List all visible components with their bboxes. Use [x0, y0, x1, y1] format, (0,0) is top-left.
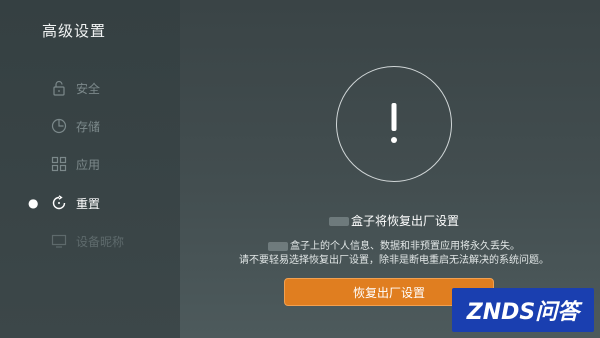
sidebar-item-storage[interactable]: 存储 — [28, 114, 168, 138]
sidebar-item-label: 重置 — [76, 196, 101, 211]
reset-heading: 盒子将恢复出厂设置 — [180, 212, 600, 229]
lock-icon — [50, 79, 68, 97]
selection-dot: ● — [28, 196, 39, 210]
reset-description-line-2: 请不要轻易选择恢复出厂设置，除非是断电重启无法解决的系统问题。 — [239, 255, 549, 266]
znds-watermark-logo: ZNDS问答 — [452, 288, 594, 332]
reset-icon — [50, 194, 68, 212]
sidebar-item-reset[interactable]: ● 重置 — [28, 191, 168, 215]
sidebar-item-label: 安全 — [76, 81, 101, 96]
page-title: 高级设置 — [42, 22, 107, 40]
redacted-brand — [268, 241, 288, 251]
sidebar-item-label: 存储 — [76, 119, 101, 134]
redacted-brand — [328, 217, 349, 226]
pie-chart-icon — [50, 117, 68, 135]
sidebar-item-security[interactable]: 安全 — [28, 76, 168, 100]
apps-grid-icon — [50, 155, 68, 173]
monitor-icon — [50, 232, 68, 250]
warning-icon — [336, 66, 452, 182]
sidebar-item-device-name[interactable]: 设备昵称 — [28, 229, 168, 253]
sidebar: 高级设置 安全 存储 应用 ● 重置 设备昵称 — [0, 0, 180, 338]
sidebar-item-label: 应用 — [76, 157, 101, 172]
sidebar-item-label: 设备昵称 — [76, 234, 125, 249]
reset-description-line-1: 盒子上的个人信息、数据和非预置应用将永久丢失。 — [180, 237, 600, 252]
sidebar-item-apps[interactable]: 应用 — [28, 152, 168, 176]
